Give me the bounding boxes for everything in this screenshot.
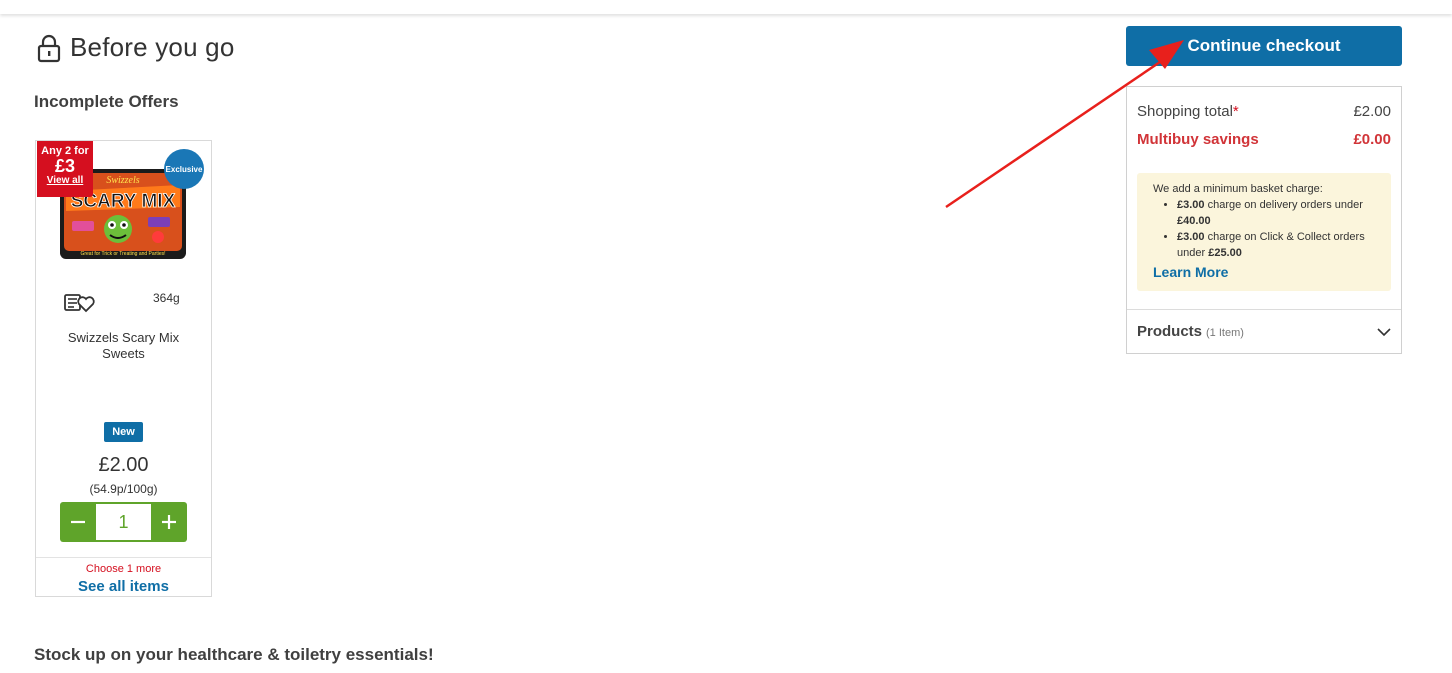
minus-icon bbox=[71, 520, 85, 524]
product-card: Any 2 for £3 View all Exclusive Swizzels… bbox=[35, 140, 212, 597]
delivery-charge-threshold: £40.00 bbox=[1177, 215, 1211, 227]
see-all-items-link[interactable]: See all items bbox=[36, 578, 211, 595]
delivery-charge-text: charge on delivery orders under bbox=[1204, 199, 1363, 211]
click-collect-charge-threshold: £25.00 bbox=[1208, 247, 1242, 259]
click-collect-charge-text: charge on Click & Collect orders under bbox=[1177, 231, 1365, 259]
new-badge: New bbox=[104, 422, 143, 442]
page-header: Before you go bbox=[36, 32, 235, 63]
product-price: £2.00 bbox=[98, 454, 149, 476]
products-label-text: Products bbox=[1137, 323, 1203, 340]
click-collect-charge-item: £3.00 charge on Click & Collect orders u… bbox=[1177, 229, 1391, 261]
page-title: Before you go bbox=[70, 32, 235, 62]
chevron-down-icon bbox=[1377, 327, 1391, 336]
product-weight: 364g bbox=[153, 291, 180, 305]
basket-charge-info: We add a minimum basket charge: £3.00 ch… bbox=[1137, 173, 1391, 291]
stock-up-heading: Stock up on your healthcare & toiletry e… bbox=[34, 645, 434, 664]
card-divider bbox=[36, 557, 211, 558]
basket-charge-intro: We add a minimum basket charge: bbox=[1153, 183, 1323, 195]
unit-price: (54.9p/100g) bbox=[89, 482, 158, 496]
learn-more-link[interactable]: Learn More bbox=[1153, 264, 1391, 280]
products-accordion-toggle[interactable]: Products (1 Item) bbox=[1137, 323, 1391, 340]
lock-icon bbox=[37, 34, 61, 62]
multibuy-savings-row: Multibuy savings £0.00 bbox=[1137, 131, 1391, 148]
top-bar bbox=[0, 0, 1452, 14]
decrease-quantity-button[interactable] bbox=[60, 502, 96, 542]
increase-quantity-button[interactable] bbox=[151, 502, 187, 542]
asterisk-marker: * bbox=[1232, 103, 1239, 120]
click-collect-charge-amount: £3.00 bbox=[1177, 231, 1205, 243]
delivery-charge-amount: £3.00 bbox=[1177, 199, 1205, 211]
multibuy-savings-label: Multibuy savings bbox=[1137, 131, 1259, 148]
basket-charge-list: £3.00 charge on delivery orders under £4… bbox=[1177, 197, 1391, 261]
delivery-charge-item: £3.00 charge on delivery orders under £4… bbox=[1177, 197, 1391, 229]
continue-checkout-button[interactable]: Continue checkout bbox=[1126, 26, 1402, 66]
incomplete-offers-heading: Incomplete Offers bbox=[34, 92, 179, 111]
plus-icon bbox=[162, 515, 176, 529]
shopping-total-text: Shopping total bbox=[1137, 103, 1233, 120]
offer-view-all-link[interactable]: View all bbox=[37, 175, 93, 187]
summary-divider bbox=[1127, 309, 1401, 310]
shopping-total-row: Shopping total* £2.00 bbox=[1137, 103, 1391, 120]
offer-price: £3 bbox=[54, 156, 76, 176]
shopping-total-value: £2.00 bbox=[1353, 103, 1391, 120]
choose-more-text: Choose 1 more bbox=[85, 563, 162, 575]
products-label: Products (1 Item) bbox=[1137, 323, 1244, 340]
offer-badge[interactable]: Any 2 for £3 View all bbox=[37, 141, 93, 197]
product-name[interactable]: Swizzels Scary Mix Sweets bbox=[46, 330, 201, 362]
product-image-tagline: Great for Trick or Treating and Parties! bbox=[80, 251, 165, 257]
exclusive-badge: Exclusive bbox=[164, 149, 204, 189]
products-count: (1 Item) bbox=[1206, 327, 1244, 339]
product-image-brand: Swizzels bbox=[106, 175, 139, 186]
multibuy-savings-value: £0.00 bbox=[1353, 131, 1391, 148]
order-summary-panel: Shopping total* £2.00 Multibuy savings £… bbox=[1126, 86, 1402, 354]
quantity-stepper: 1 bbox=[60, 502, 187, 542]
quantity-input[interactable]: 1 bbox=[96, 502, 151, 542]
add-to-list-heart-icon[interactable] bbox=[64, 291, 96, 313]
shopping-total-label: Shopping total* bbox=[1137, 103, 1239, 120]
